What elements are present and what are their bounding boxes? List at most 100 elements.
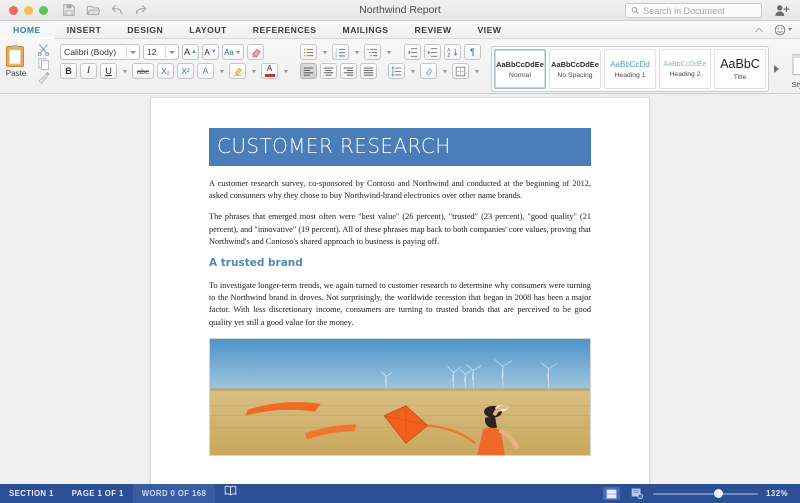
shading-options-button[interactable]	[440, 63, 449, 79]
zoom-slider-handle[interactable]	[714, 489, 723, 498]
strikethrough-button[interactable]: abc	[132, 63, 154, 79]
subscript-button[interactable]: X₂	[157, 63, 174, 79]
gallery-more-icon[interactable]	[774, 65, 779, 73]
align-left-button[interactable]	[300, 63, 317, 79]
undo-icon[interactable]	[110, 3, 124, 17]
text-effects-options-button[interactable]	[217, 63, 226, 79]
increase-indent-button[interactable]	[424, 44, 441, 60]
change-case-button[interactable]: Aa	[222, 44, 244, 60]
smiley-icon[interactable]	[774, 24, 786, 36]
chevron-down-icon[interactable]	[788, 28, 792, 31]
open-folder-icon[interactable]	[86, 3, 100, 17]
style-title[interactable]: AaBbC Title	[714, 49, 766, 89]
chevron-down-icon[interactable]	[236, 51, 240, 54]
tab-design[interactable]: DESIGN	[114, 21, 176, 39]
bullet-list-button[interactable]	[300, 44, 317, 60]
font-color-button[interactable]: A	[261, 63, 278, 79]
quick-access-toolbar[interactable]	[62, 3, 148, 17]
highlight-options-button[interactable]	[249, 63, 258, 79]
borders-button[interactable]	[452, 63, 469, 79]
status-bar-right[interactable]: 132%	[603, 487, 792, 500]
search-in-document[interactable]	[625, 3, 762, 18]
shading-button[interactable]	[420, 63, 437, 79]
line-spacing-button[interactable]	[388, 63, 405, 79]
align-center-button[interactable]	[320, 63, 337, 79]
status-page[interactable]: PAGE 1 OF 1	[63, 484, 133, 503]
chevron-down-icon[interactable]	[130, 51, 136, 54]
superscript-button[interactable]: X²	[177, 63, 194, 79]
numbered-list-button[interactable]: 1 2 3	[332, 44, 349, 60]
document-image[interactable]	[209, 338, 591, 456]
highlight-button[interactable]	[229, 63, 246, 79]
print-layout-button[interactable]	[603, 487, 620, 500]
tab-mailings[interactable]: MAILINGS	[330, 21, 402, 39]
font-name-combo[interactable]: Calibri (Body)	[60, 44, 140, 60]
close-window-button[interactable]	[9, 6, 18, 15]
chevron-down-icon[interactable]	[252, 70, 256, 73]
line-spacing-options-button[interactable]	[408, 63, 417, 79]
web-layout-button[interactable]	[628, 487, 645, 500]
chevron-down-icon[interactable]	[355, 51, 359, 54]
styles-pane-button[interactable]: 1 Styles	[784, 50, 800, 89]
maximize-window-button[interactable]	[39, 6, 48, 15]
chevron-down-icon[interactable]	[169, 51, 175, 54]
tab-layout[interactable]: LAYOUT	[176, 21, 240, 39]
chevron-down-icon[interactable]	[323, 51, 327, 54]
borders-options-button[interactable]	[472, 63, 481, 79]
style-heading-1[interactable]: AaBbCcDd Heading 1	[604, 49, 656, 89]
style-gallery[interactable]: AaBbCcDdEe Normal AaBbCcDdEe No Spacing …	[491, 46, 769, 92]
copy-icon[interactable]	[37, 57, 50, 70]
style-normal[interactable]: AaBbCcDdEe Normal	[494, 49, 546, 89]
window-controls[interactable]	[9, 6, 48, 15]
document-page[interactable]: CUSTOMER RESEARCH A customer research su…	[150, 97, 650, 484]
tab-insert[interactable]: INSERT	[54, 21, 115, 39]
font-size-combo[interactable]: 12	[143, 44, 179, 60]
sort-button[interactable]: A Z	[444, 44, 461, 60]
tab-view[interactable]: VIEW	[464, 21, 514, 39]
status-section[interactable]: SECTION 1	[0, 484, 63, 503]
document-canvas[interactable]: CUSTOMER RESEARCH A customer research su…	[0, 94, 800, 484]
tab-review[interactable]: REVIEW	[402, 21, 465, 39]
chevron-up-icon[interactable]	[754, 25, 764, 35]
chevron-down-icon[interactable]	[387, 51, 391, 54]
paintbrush-icon[interactable]	[37, 71, 50, 84]
italic-button[interactable]: I	[80, 63, 97, 79]
zoom-slider-track[interactable]	[653, 493, 758, 495]
smiley-feedback-button[interactable]	[774, 24, 792, 36]
grow-font-button[interactable]: A ▲	[182, 44, 199, 60]
multilevel-list-options-button[interactable]	[384, 44, 393, 60]
add-person-icon[interactable]	[774, 3, 790, 18]
chevron-down-icon[interactable]	[475, 70, 479, 73]
search-input[interactable]	[643, 6, 756, 16]
shrink-font-button[interactable]: A ▼	[202, 44, 219, 60]
read-mode-button[interactable]	[215, 484, 246, 503]
redo-icon[interactable]	[134, 3, 148, 17]
clear-formatting-button[interactable]	[247, 44, 264, 60]
tab-references[interactable]: REFERENCES	[240, 21, 330, 39]
chevron-down-icon[interactable]	[284, 70, 288, 73]
bold-button[interactable]: B	[60, 63, 77, 79]
save-icon[interactable]	[62, 3, 76, 17]
style-no-spacing[interactable]: AaBbCcDdEe No Spacing	[549, 49, 601, 89]
numbered-list-options-button[interactable]	[352, 44, 361, 60]
chevron-down-icon[interactable]	[443, 70, 447, 73]
decrease-indent-button[interactable]	[404, 44, 421, 60]
zoom-percent[interactable]: 132%	[766, 489, 792, 498]
chevron-down-icon[interactable]	[411, 70, 415, 73]
ribbon-tab-bar[interactable]: HOME INSERT DESIGN LAYOUT REFERENCES MAI…	[0, 21, 800, 39]
text-effects-button[interactable]: A	[197, 63, 214, 79]
underline-options-button[interactable]	[120, 63, 129, 79]
underline-button[interactable]: U	[100, 63, 117, 79]
chevron-down-icon[interactable]	[220, 70, 224, 73]
multilevel-list-button[interactable]	[364, 44, 381, 60]
zoom-slider[interactable]	[653, 487, 758, 500]
scissors-icon[interactable]	[37, 43, 50, 56]
font-color-options-button[interactable]	[281, 63, 290, 79]
justify-button[interactable]	[360, 63, 377, 79]
ribbon-tab-bar-right[interactable]	[754, 24, 792, 36]
show-formatting-marks-button[interactable]: ¶	[464, 44, 481, 60]
status-word-count[interactable]: WORD 0 OF 168	[133, 484, 216, 503]
chevron-down-icon[interactable]	[123, 70, 127, 73]
minimize-window-button[interactable]	[24, 6, 33, 15]
style-heading-2[interactable]: AaBbCcDdEe Heading 2	[659, 49, 711, 89]
